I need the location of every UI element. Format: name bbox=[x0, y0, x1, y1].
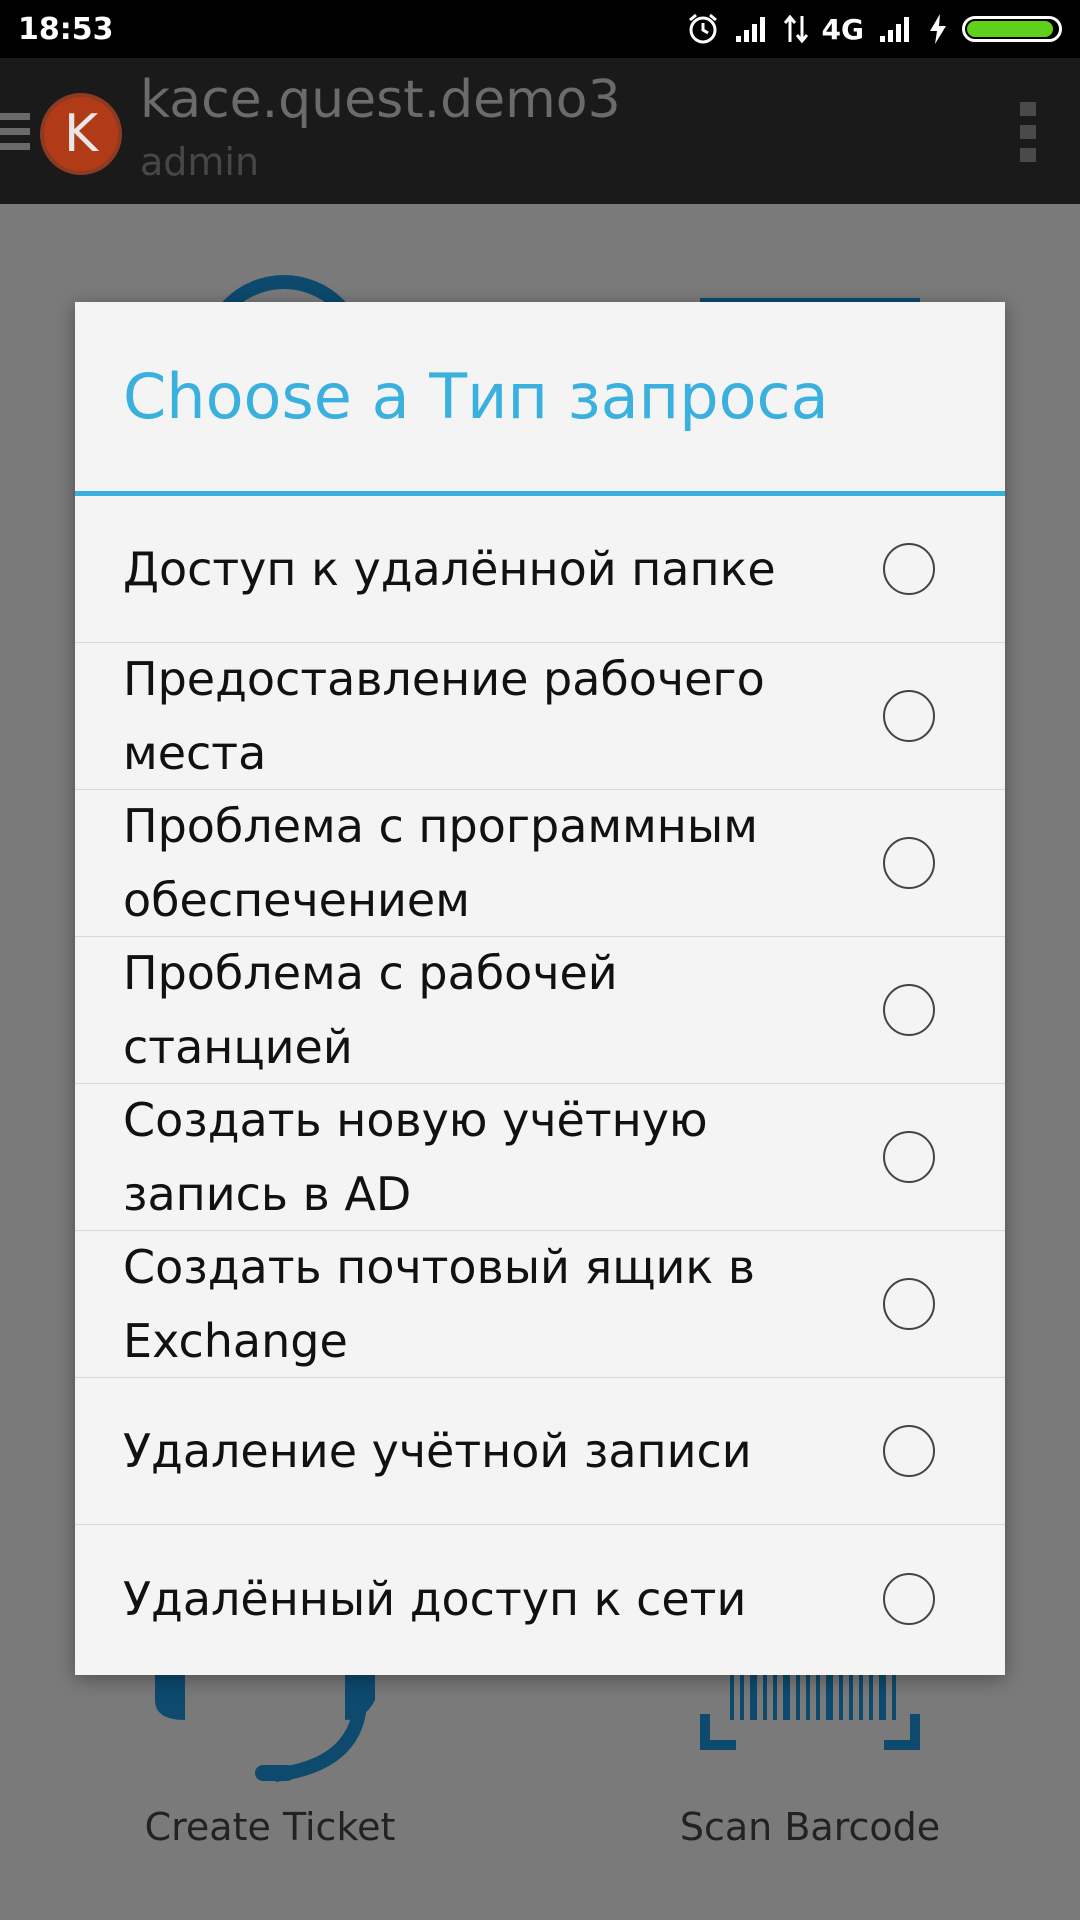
scan-barcode-tile[interactable]: Scan Barcode bbox=[660, 1805, 960, 1849]
option-label: Удалённый доступ к сети bbox=[123, 1571, 747, 1626]
radio-button[interactable] bbox=[883, 690, 935, 742]
option-label: Создать почтовый ящик в Exchange bbox=[123, 1240, 755, 1368]
radio-button[interactable] bbox=[883, 1131, 935, 1183]
network-type: 4G bbox=[821, 12, 864, 46]
create-ticket-label: Create Ticket bbox=[144, 1805, 396, 1849]
option-label: Проблема с рабочей станцией bbox=[123, 946, 618, 1074]
app-subtitle: admin bbox=[140, 140, 260, 184]
dialog-title: Choose a Тип запроса bbox=[75, 302, 1005, 496]
option-delete-account[interactable]: Удаление учётной записи bbox=[75, 1378, 1005, 1525]
option-software-problem[interactable]: Проблема с программным обеспечением bbox=[75, 790, 1005, 937]
radio-button[interactable] bbox=[883, 984, 935, 1036]
options-list: Доступ к удалённой папке Предоставление … bbox=[75, 496, 1005, 1672]
radio-button[interactable] bbox=[883, 543, 935, 595]
option-workstation-problem[interactable]: Проблема с рабочей станцией bbox=[75, 937, 1005, 1084]
overflow-menu-icon[interactable] bbox=[1020, 102, 1036, 171]
status-icons: 4G bbox=[686, 12, 1062, 46]
charging-icon bbox=[930, 14, 946, 44]
signal-icon bbox=[880, 17, 909, 42]
create-ticket-tile[interactable]: Create Ticket bbox=[120, 1805, 420, 1849]
avatar-letter: K bbox=[63, 104, 99, 164]
radio-button[interactable] bbox=[883, 1425, 935, 1477]
option-label: Создать новую учётную запись в AD bbox=[123, 1093, 708, 1221]
signal-icon bbox=[735, 17, 765, 42]
radio-button[interactable] bbox=[883, 837, 935, 889]
battery-icon bbox=[962, 16, 1062, 42]
option-exchange-mailbox[interactable]: Создать почтовый ящик в Exchange bbox=[75, 1231, 1005, 1378]
headset-icon bbox=[155, 1665, 375, 1782]
radio-button[interactable] bbox=[883, 1278, 935, 1330]
request-type-dialog: Choose a Тип запроса Доступ к удалённой … bbox=[75, 302, 1005, 1675]
alarm-icon bbox=[688, 13, 717, 44]
status-bar: 18:53 4G bbox=[0, 0, 1080, 58]
option-label: Проблема с программным обеспечением bbox=[123, 799, 758, 927]
barcode-corner bbox=[884, 1714, 920, 1750]
option-label: Удаление учётной записи bbox=[123, 1424, 752, 1478]
status-time: 18:53 bbox=[18, 11, 114, 47]
radio-button[interactable] bbox=[883, 1572, 935, 1625]
option-remote-network-access[interactable]: Удалённый доступ к сети bbox=[75, 1525, 1005, 1672]
action-bar: K kace.quest.demo3 admin bbox=[0, 58, 1080, 204]
scan-barcode-label: Scan Barcode bbox=[679, 1805, 941, 1849]
menu-icon[interactable] bbox=[0, 113, 30, 158]
option-label: Доступ к удалённой папке bbox=[123, 542, 776, 596]
option-label: Предоставление рабочего места bbox=[123, 652, 765, 780]
app-logo[interactable]: K bbox=[40, 93, 122, 175]
barcode-corner bbox=[700, 1714, 736, 1750]
option-new-ad-account[interactable]: Создать новую учётную запись в AD bbox=[75, 1084, 1005, 1231]
app-title: kace.quest.demo3 bbox=[140, 70, 621, 130]
option-remote-folder[interactable]: Доступ к удалённой папке bbox=[75, 496, 1005, 643]
data-transfer-icon bbox=[783, 14, 808, 44]
battery-level bbox=[967, 21, 1053, 37]
option-workplace[interactable]: Предоставление рабочего места bbox=[75, 643, 1005, 790]
